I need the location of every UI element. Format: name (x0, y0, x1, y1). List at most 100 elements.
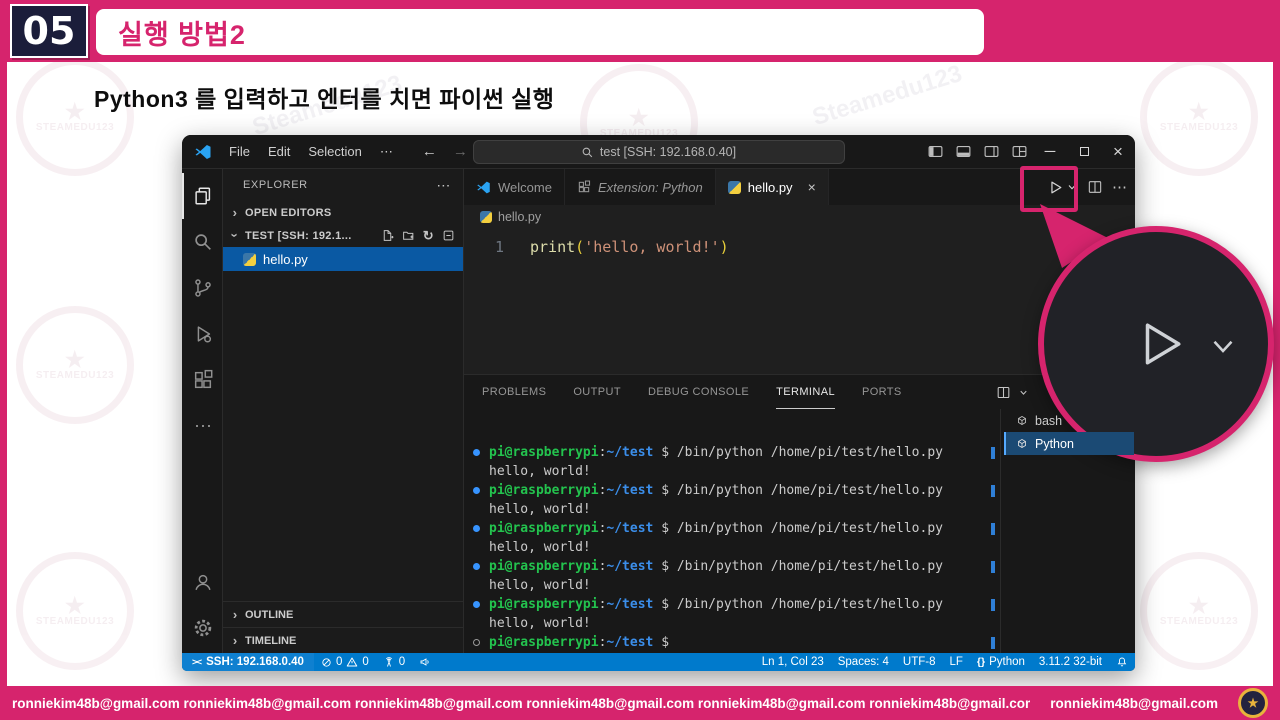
source-control-activity-icon[interactable] (182, 265, 222, 311)
feedback-status[interactable] (412, 656, 438, 668)
more-actions-icon[interactable]: ⋯ (182, 403, 222, 449)
toggle-sidebar-icon[interactable] (921, 135, 949, 169)
customize-layout-icon[interactable] (1005, 135, 1033, 169)
minimize-button[interactable]: ─ (1033, 135, 1067, 169)
terminal-profile-icon (1018, 415, 1026, 425)
terminal-text: $ (653, 445, 677, 460)
terminal-output-text: hello, world! (489, 578, 591, 593)
terminal-output-line: hello, world! (473, 576, 986, 595)
maximize-button[interactable] (1067, 135, 1101, 169)
file-item-hello-py[interactable]: hello.py (223, 247, 463, 271)
terminal-text: $ (653, 521, 677, 536)
terminal-user: pi@raspberrypi (489, 483, 599, 498)
watermark-logo: ★ STEAMEDU123 (1140, 58, 1258, 176)
outline-section[interactable]: › OUTLINE (223, 601, 463, 627)
slide-number: 05 (10, 4, 88, 58)
toggle-panel-icon[interactable] (949, 135, 977, 169)
open-editors-section[interactable]: › OPEN EDITORS (223, 201, 463, 224)
scrollbar-command-mark (991, 637, 995, 649)
scrollbar-command-mark (991, 599, 995, 611)
terminal-text: $ (653, 559, 677, 574)
problems-status[interactable]: 0 0 (314, 656, 376, 668)
toggle-secondary-sidebar-icon[interactable] (977, 135, 1005, 169)
indentation[interactable]: Spaces: 4 (831, 656, 896, 668)
code-editor[interactable]: 1 print('hello, world!') (464, 229, 1135, 374)
terminal-actions (996, 375, 1029, 409)
remote-indicator[interactable]: >< SSH: 192.168.0.40 (182, 653, 314, 671)
search-activity-icon[interactable] (182, 219, 222, 265)
tab-welcome[interactable]: Welcome (464, 169, 565, 205)
terminal-command: /bin/python /home/pi/test/hello.py (676, 445, 943, 460)
python-file-icon (243, 252, 256, 266)
cursor-position[interactable]: Ln 1, Col 23 (755, 656, 831, 668)
footer-emails: ronniekim48b@gmail.com ronniekim48b@gmai… (12, 695, 1031, 711)
command-decoration-icon (473, 601, 480, 608)
slide-subtitle: Python3 를 입력하고 엔터를 치면 파이썬 실행 (94, 86, 555, 112)
refresh-icon[interactable]: ↻ (423, 228, 434, 244)
encoding[interactable]: UTF-8 (896, 656, 943, 668)
terminal-tab-bash[interactable]: bash (1004, 409, 1134, 432)
eol[interactable]: LF (942, 656, 969, 668)
menu-selection[interactable]: Selection (299, 144, 370, 159)
sidebar-empty-area (223, 271, 463, 601)
terminal-output-text: hello, world! (489, 616, 591, 631)
panel-tab-terminal[interactable]: TERMINAL (776, 375, 835, 409)
terminal-text: $ (653, 483, 677, 498)
star-icon: ★ (64, 592, 86, 618)
explorer-more-icon[interactable]: ⋯ (436, 177, 451, 194)
terminal-path: ~/test (606, 521, 654, 536)
terminal-output-line: hello, world! (473, 500, 986, 519)
terminal-user: pi@raspberrypi (489, 521, 599, 536)
panel-tab-ports[interactable]: PORTS (862, 375, 902, 409)
menu-more-icon[interactable]: ⋯ (371, 144, 402, 160)
footer-banner: ronniekim48b@gmail.com ronniekim48b@gmai… (0, 686, 1280, 720)
notifications-bell[interactable] (1109, 656, 1135, 668)
header-banner: 05 실행 방법2 (0, 0, 1280, 62)
split-terminal-icon[interactable] (996, 385, 1011, 400)
split-editor-icon[interactable] (1087, 179, 1103, 195)
python-interpreter[interactable]: 3.11.2 32-bit (1032, 656, 1109, 668)
tab-hello-py[interactable]: hello.py × (715, 169, 829, 205)
terminal[interactable]: pi@raspberrypi: ~/test $ /bin/python /hom… (464, 409, 1000, 653)
terminal-user: pi@raspberrypi (489, 635, 599, 650)
close-tab-icon[interactable]: × (808, 179, 816, 195)
run-debug-activity-icon[interactable] (182, 311, 222, 357)
new-file-icon[interactable] (381, 229, 394, 242)
chevron-down-icon-zoomed (1213, 340, 1233, 353)
menu-edit[interactable]: Edit (259, 144, 299, 159)
timeline-section[interactable]: › TIMELINE (223, 627, 463, 653)
tab-extension-python[interactable]: Extension: Python (565, 169, 716, 205)
terminal-text: : (598, 597, 607, 612)
forward-icon[interactable]: → (453, 143, 468, 160)
language-mode[interactable]: {} Python (970, 656, 1032, 668)
collapse-all-icon[interactable] (442, 229, 455, 242)
settings-gear-icon[interactable] (182, 605, 222, 651)
explorer-activity-icon[interactable] (182, 173, 222, 219)
account-icon[interactable] (182, 559, 222, 605)
menu-file[interactable]: File (220, 144, 259, 159)
status-right: Ln 1, Col 23 Spaces: 4 UTF-8 LF {} Pytho… (755, 656, 1135, 668)
extensions-activity-icon[interactable] (182, 357, 222, 403)
terminal-tab-python[interactable]: Python (1004, 432, 1134, 455)
command-center-search[interactable]: test [SSH: 192.168.0.40] (472, 140, 845, 164)
star-icon: ★ (628, 104, 650, 130)
back-icon[interactable]: ← (422, 143, 437, 160)
panel-tab-problems[interactable]: PROBLEMS (482, 375, 546, 409)
window-body: ⋯ EXPLORER ⋯ › OPEN EDITORS › TEST [SSH:… (182, 169, 1135, 653)
watermark-logo: ★ STEAMEDU123 (16, 306, 134, 424)
folder-section[interactable]: › TEST [SSH: 192.1... ↻ (223, 224, 463, 247)
steamedu-badge: ★ (1238, 688, 1268, 718)
panel-tab-debug-console[interactable]: DEBUG CONSOLE (648, 375, 749, 409)
editor-more-icon[interactable]: ⋯ (1112, 178, 1127, 196)
chevron-right-icon: › (232, 633, 238, 648)
close-window-button[interactable]: × (1101, 135, 1135, 169)
activity-bar: ⋯ (182, 169, 223, 653)
ports-status[interactable]: 0 (376, 656, 412, 668)
new-folder-icon[interactable] (402, 229, 415, 242)
chevron-right-icon: › (232, 205, 238, 220)
panel-tab-output[interactable]: OUTPUT (573, 375, 621, 409)
command-decoration-icon (473, 639, 480, 646)
command-decoration-icon (473, 525, 480, 532)
maximize-icon (1079, 147, 1089, 156)
chevron-down-icon[interactable] (1018, 387, 1029, 398)
